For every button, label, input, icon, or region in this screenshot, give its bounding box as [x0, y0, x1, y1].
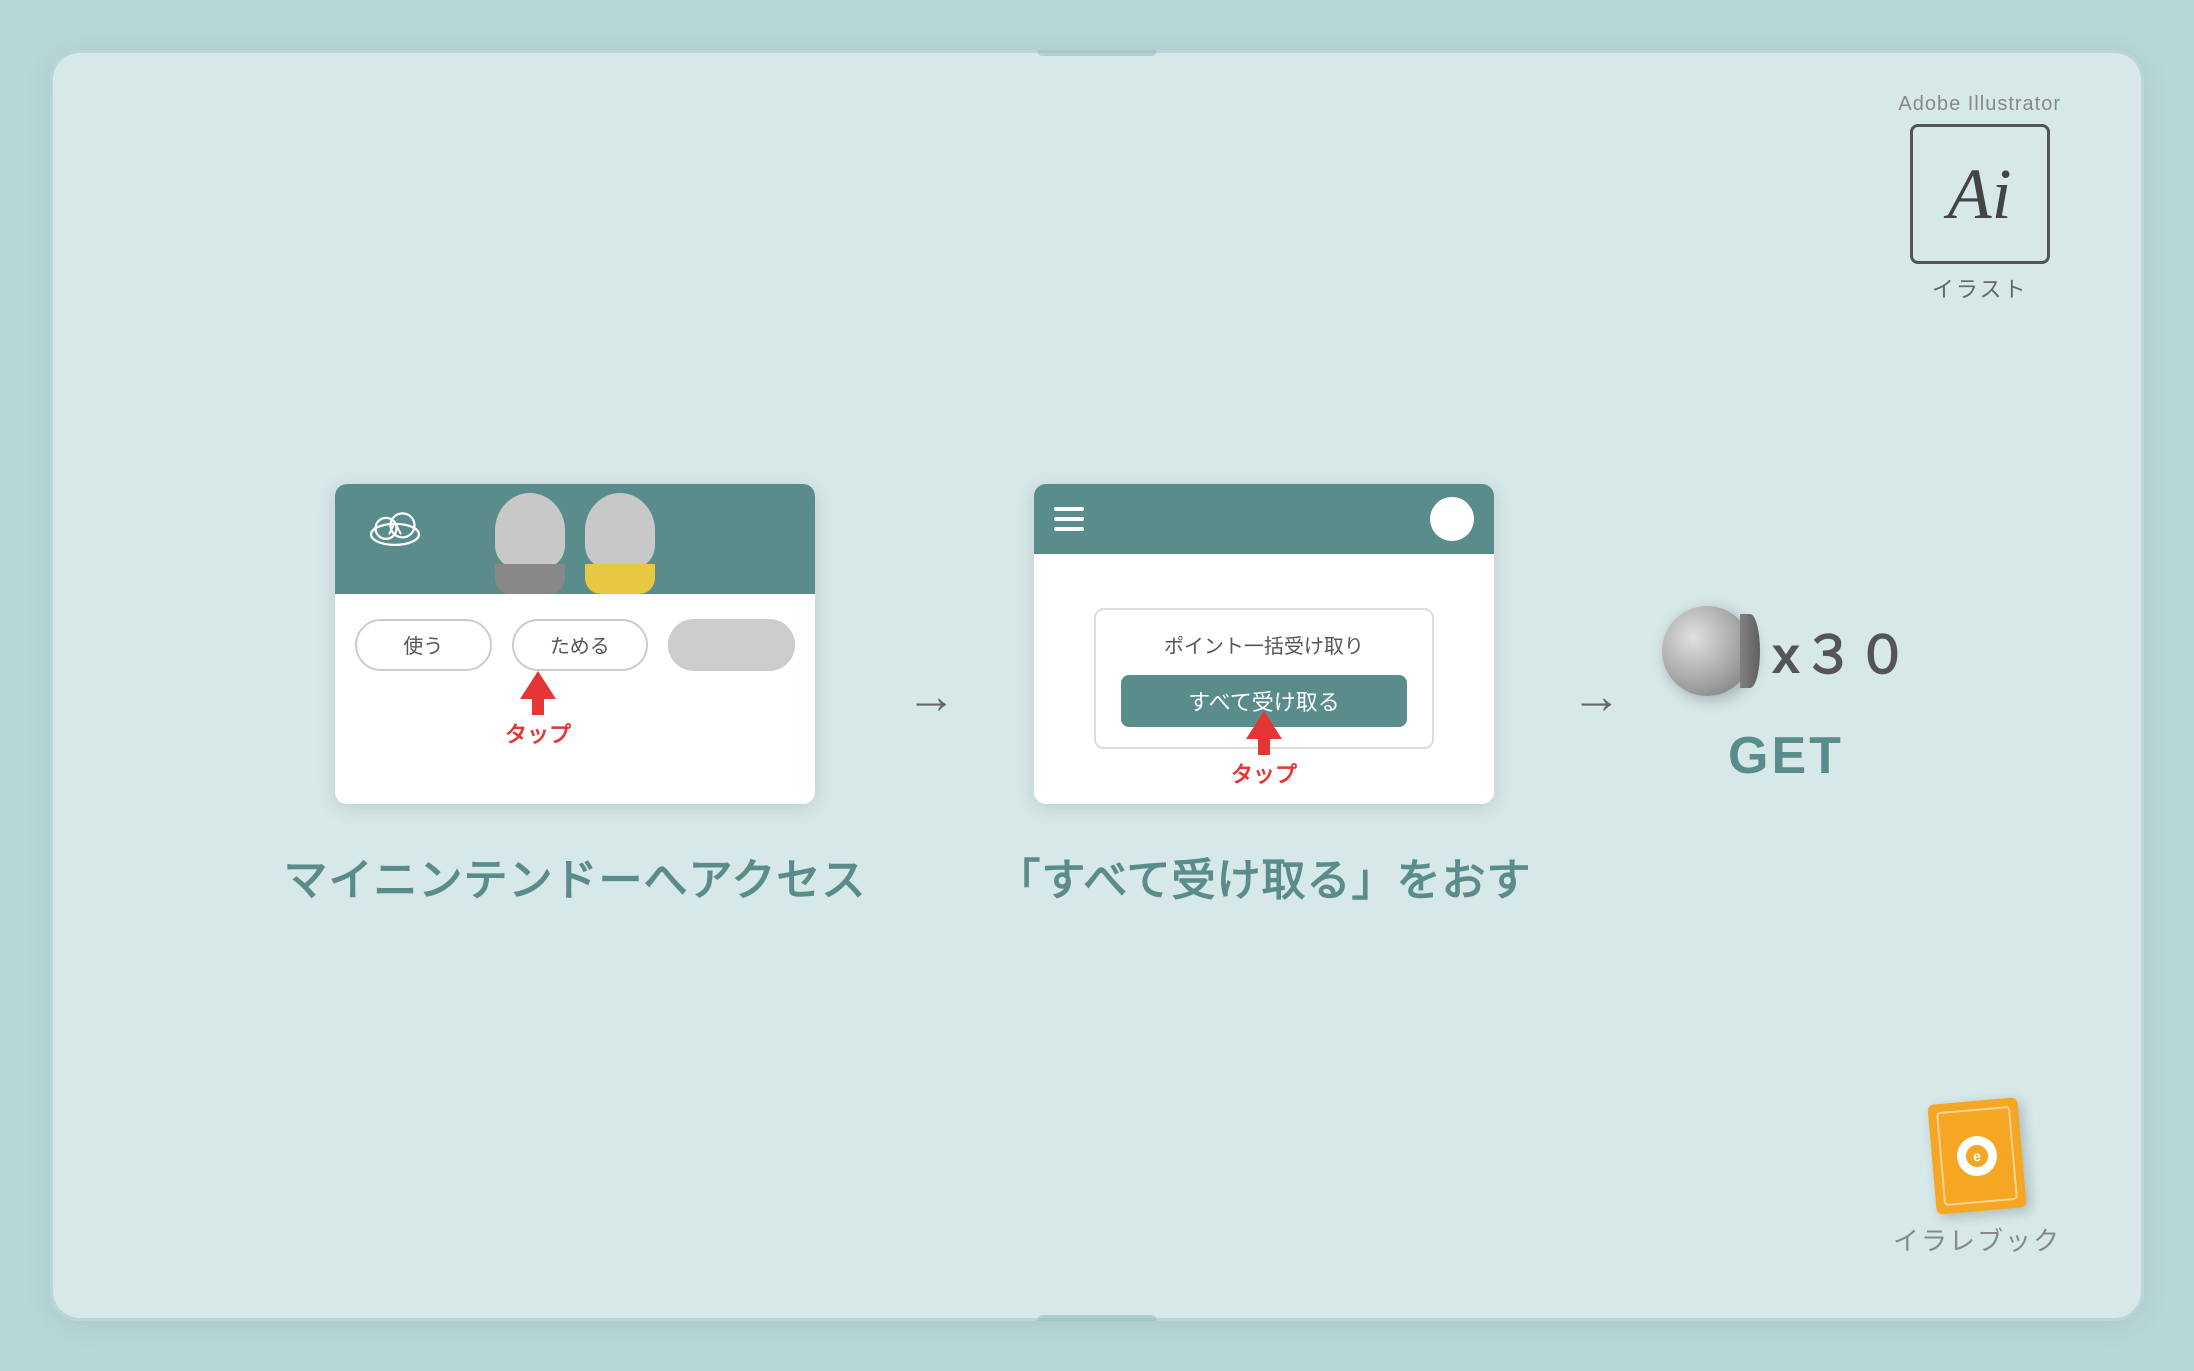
characters: [495, 493, 655, 594]
phone-mock-1: 使う ためる タップ: [335, 484, 815, 804]
char1-body: [495, 564, 565, 594]
char1-head: [495, 493, 565, 568]
phone-body-1: 使う ためる: [335, 594, 815, 686]
cloud-icon: [365, 504, 425, 554]
step3-box: x３０ GET: [1662, 606, 1911, 786]
step1-label: マイニンテンドーへアクセス: [284, 844, 867, 908]
step2-box: ポイント一括受け取り すべて受け取る タップ: [996, 484, 1531, 908]
tap-indicator-1: タップ: [505, 671, 571, 749]
tame-button[interactable]: ためる: [512, 619, 649, 671]
main-card: Adobe Illustrator Ai イラスト e イラレブック: [50, 50, 2144, 1321]
content-area: 使う ためる タップ: [133, 173, 2061, 1218]
phone-mock-2: ポイント一括受け取り すべて受け取る タップ: [1034, 484, 1494, 804]
phone2-header: [1034, 484, 1494, 554]
step2-tap-wrapper: タップ: [1231, 711, 1297, 789]
coin-icon: [1662, 606, 1752, 696]
illebook-label: イラレブック: [1893, 1221, 2061, 1258]
char2-body: [585, 564, 655, 594]
ai-top-label: Adobe Illustrator: [1898, 93, 2061, 116]
hamburger-line-1: [1054, 507, 1084, 511]
top-notch: [1037, 50, 1157, 56]
phone-header-1: [335, 484, 815, 594]
arrow-2: →: [1572, 667, 1622, 725]
circle-icon: [1430, 497, 1474, 541]
gray-button: [668, 619, 795, 671]
char-2: [585, 493, 655, 594]
bottom-notch: [1037, 1315, 1157, 1321]
steps-row: 使う ためる タップ: [133, 484, 2061, 908]
point-title: ポイント一括受け取り: [1164, 630, 1364, 659]
step1-box: 使う ためる タップ: [284, 484, 867, 908]
tap-arrow-2: [1246, 711, 1282, 755]
char-1: [495, 493, 565, 594]
hamburger-line-3: [1054, 527, 1084, 531]
step2-label: 「すべて受け取る」をおす: [996, 844, 1531, 908]
coin-row: x３０: [1662, 606, 1911, 696]
tap-arrow-1: [520, 671, 556, 715]
hamburger-line-2: [1054, 517, 1084, 521]
arrow-1: →: [906, 667, 956, 725]
tap-indicator-2: タップ: [1231, 711, 1297, 789]
get-label: GET: [1728, 726, 1844, 786]
char2-head: [585, 493, 655, 568]
x30-label: x３０: [1772, 613, 1911, 688]
tap-text-1: タップ: [505, 717, 571, 749]
hamburger-icon: [1054, 507, 1084, 531]
use-button[interactable]: 使う: [355, 619, 492, 671]
tap-text-2: タップ: [1231, 757, 1297, 789]
step1-tap-wrapper: タップ: [505, 671, 571, 749]
